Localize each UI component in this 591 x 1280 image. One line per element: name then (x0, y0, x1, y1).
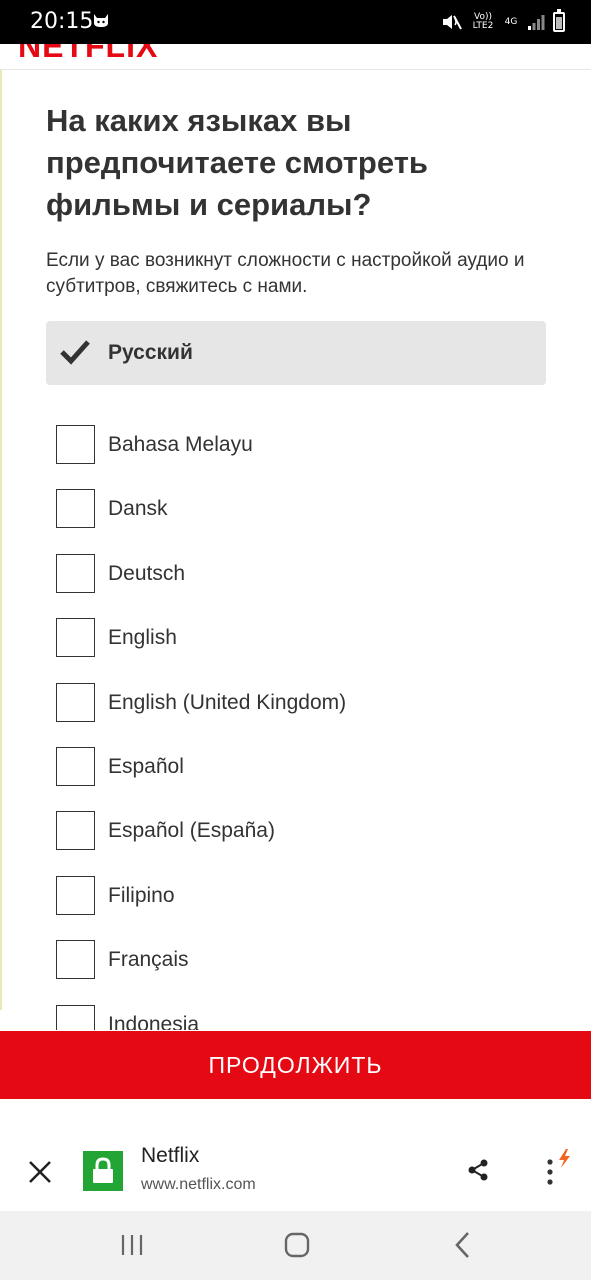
selected-language-russian[interactable]: Русский (46, 321, 546, 385)
language-label: Français (108, 948, 189, 971)
left-edge-divider (0, 70, 2, 1010)
network-type: 4G (504, 16, 518, 27)
language-label: Deutsch (108, 562, 186, 585)
language-item-francais[interactable]: Français (56, 940, 536, 980)
language-intro: На каких языках вы предпочитаете смотрет… (46, 100, 546, 300)
volte-indicator: Vo)) LTE2 (472, 12, 494, 31)
language-item-espanol-espana[interactable]: Español (España) (56, 811, 536, 851)
page-subtitle: Если у вас возникнут сложности с настрой… (46, 250, 525, 297)
checkbox[interactable] (56, 940, 95, 979)
checkbox[interactable] (56, 876, 95, 915)
checkbox[interactable] (56, 1005, 95, 1030)
check-icon (60, 340, 90, 365)
checkbox[interactable] (56, 811, 95, 850)
status-bar: 20:15 Vo)) LTE2 4G (0, 0, 591, 44)
site-url: www.netflix.com (141, 1176, 256, 1193)
mute-icon (443, 15, 462, 30)
status-time: 20:15 (30, 9, 94, 34)
language-label: Dansk (108, 497, 168, 520)
battery-icon (553, 9, 565, 32)
checkbox[interactable] (56, 489, 95, 528)
language-item-english-uk[interactable]: English (United Kingdom) (56, 683, 536, 723)
page-header: NETFLIX (0, 44, 591, 70)
language-label: Indonesia (108, 1013, 200, 1030)
lock-icon (93, 1157, 113, 1183)
language-label: English (108, 626, 177, 649)
language-label: Bahasa Melayu (108, 433, 253, 456)
checkbox[interactable] (56, 683, 95, 722)
home-icon[interactable] (284, 1232, 310, 1258)
page-title: На каких языках вы предпочитаете смотрет… (46, 103, 428, 222)
language-list[interactable]: Bahasa Melayu Dansk Deutsch English Engl… (56, 425, 536, 1030)
continue-button[interactable]: ПРОДОЛЖИТЬ (0, 1031, 591, 1099)
back-icon[interactable] (452, 1231, 474, 1259)
language-item-indonesia[interactable]: Indonesia (56, 1005, 536, 1030)
more-menu-icon[interactable] (540, 1148, 576, 1188)
site-name: Netflix (141, 1144, 200, 1167)
netflix-logo: NETFLIX (18, 44, 159, 64)
language-item-espanol[interactable]: Español (56, 747, 536, 787)
close-icon[interactable] (26, 1158, 54, 1186)
language-item-dansk[interactable]: Dansk (56, 489, 536, 529)
language-item-filipino[interactable]: Filipino (56, 876, 536, 916)
selected-language-label: Русский (108, 341, 193, 364)
share-icon[interactable] (466, 1158, 490, 1182)
signal-icon (528, 15, 545, 30)
checkbox[interactable] (56, 747, 95, 786)
checkbox[interactable] (56, 618, 95, 657)
cat-notification-icon (94, 14, 108, 27)
checkbox[interactable] (56, 554, 95, 593)
language-label: Español (108, 755, 184, 778)
language-label: Filipino (108, 884, 175, 907)
status-icons: Vo)) LTE2 4G (441, 9, 565, 34)
checkbox[interactable] (56, 425, 95, 464)
language-item-deutsch[interactable]: Deutsch (56, 554, 536, 594)
language-label: Español (España) (108, 819, 275, 842)
language-item-bahasa-melayu[interactable]: Bahasa Melayu (56, 425, 536, 465)
recents-icon[interactable] (118, 1233, 146, 1257)
system-nav-bar (0, 1211, 591, 1280)
language-label: English (United Kingdom) (108, 691, 347, 714)
secure-site-badge[interactable] (83, 1151, 123, 1191)
language-item-english[interactable]: English (56, 618, 536, 658)
